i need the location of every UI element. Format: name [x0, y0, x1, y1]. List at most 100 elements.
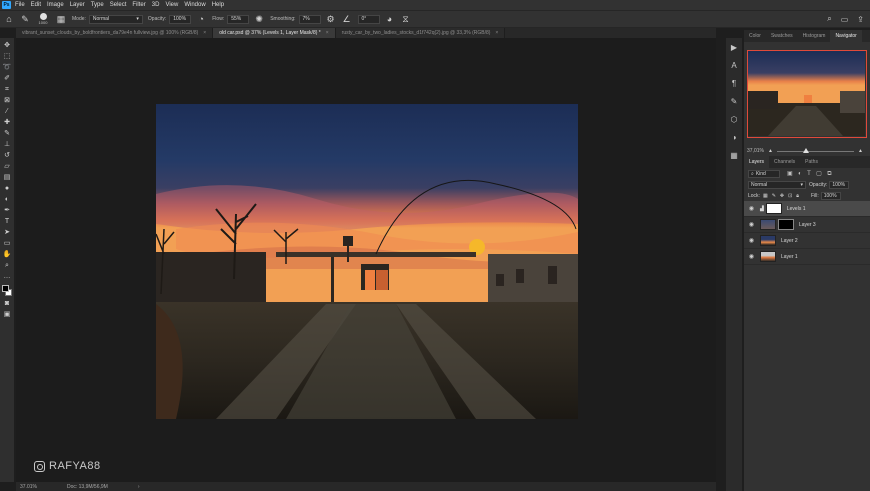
tab-old-car[interactable]: old car.psd @ 37% (Levels 1, Layer Mask/…	[213, 28, 336, 38]
eye-icon[interactable]: ◉	[747, 221, 756, 228]
opacity-field[interactable]: 100%	[169, 14, 192, 24]
paragraph-icon[interactable]: ¶	[728, 78, 740, 90]
brush-tool-icon[interactable]: ✎	[1, 128, 13, 139]
layer-mask-thumbnail[interactable]	[778, 219, 794, 230]
color-swatches[interactable]	[1, 284, 13, 298]
zoom-out-icon[interactable]: ▲	[768, 148, 773, 154]
quick-select-tool-icon[interactable]: ✐	[1, 73, 13, 84]
quick-mask-icon[interactable]: ◙	[1, 298, 13, 309]
layer-row-layer-1[interactable]: ◉ Layer 1	[744, 249, 870, 265]
gear-icon[interactable]: ⚙	[326, 14, 336, 24]
history-brush-tool-icon[interactable]: ↺	[1, 150, 13, 161]
document-canvas[interactable]	[156, 104, 578, 419]
status-zoom[interactable]: 37.01%	[20, 484, 37, 490]
move-tool-icon[interactable]: ✥	[1, 40, 13, 51]
zoom-slider-knob[interactable]	[802, 147, 809, 153]
tab-swatches[interactable]: Swatches	[766, 30, 798, 42]
brush-settings-icon[interactable]: ✎	[728, 96, 740, 108]
workspace-icon[interactable]: ▭	[841, 15, 849, 24]
close-icon[interactable]: ×	[203, 28, 206, 38]
menu-filter[interactable]: Filter	[132, 2, 145, 8]
eraser-tool-icon[interactable]: ▱	[1, 161, 13, 172]
filter-adjustment-icon[interactable]: ◐	[798, 171, 802, 177]
menu-edit[interactable]: Edit	[31, 2, 41, 8]
tab-channels[interactable]: Channels	[769, 156, 800, 168]
home-icon[interactable]: ⌂	[4, 14, 14, 24]
filter-pixel-icon[interactable]: ▣	[787, 171, 793, 177]
blur-tool-icon[interactable]: ●	[1, 183, 13, 194]
eye-icon[interactable]: ◉	[747, 237, 756, 244]
fill-field[interactable]: 100%	[820, 191, 841, 200]
canvas-workspace[interactable]: RAFYA88	[16, 38, 716, 482]
layer-row-layer-2[interactable]: ◉ Layer 2	[744, 233, 870, 249]
lock-artboard-icon[interactable]: ⊡	[788, 193, 792, 199]
layer-row-layer-3[interactable]: ◉ Layer 3	[744, 217, 870, 233]
menu-help[interactable]: Help	[212, 2, 224, 8]
angle-field[interactable]: 0°	[357, 14, 380, 24]
more-tools-icon[interactable]: …	[1, 271, 13, 282]
lock-pixels-icon[interactable]: ▦	[763, 193, 768, 199]
gradient-tool-icon[interactable]: ▤	[1, 172, 13, 183]
share-icon[interactable]: ⇪	[857, 15, 864, 24]
lock-paint-icon[interactable]: ✎	[772, 193, 776, 199]
lock-position-icon[interactable]: ✥	[780, 193, 784, 199]
brush-preset-picker[interactable]: 1000	[36, 13, 50, 25]
blend-mode-dropdown[interactable]: Normal ▾	[748, 180, 806, 189]
search-icon[interactable]: ⌕	[827, 14, 831, 24]
close-icon[interactable]: ×	[495, 28, 498, 38]
filter-shape-icon[interactable]: ▢	[816, 171, 822, 177]
tab-histogram[interactable]: Histogram	[798, 30, 831, 42]
screen-mode-icon[interactable]: ▣	[1, 309, 13, 320]
cube-icon[interactable]: ⬡	[728, 114, 740, 126]
lock-all-icon[interactable]: 🔒︎	[796, 193, 799, 199]
menu-image[interactable]: Image	[47, 2, 64, 8]
pressure-opacity-icon[interactable]: ◔	[196, 14, 206, 24]
tab-rusty-car[interactable]: rusty_car_by_two_ladies_stocks_d1f742q(2…	[335, 28, 506, 38]
smoothing-field[interactable]: 7%	[298, 14, 321, 24]
close-icon[interactable]: ×	[326, 28, 329, 38]
rectangle-tool-icon[interactable]: ▭	[1, 238, 13, 249]
photoshop-logo-icon[interactable]: Ps	[2, 1, 11, 9]
filter-smart-object-icon[interactable]: ⧉	[827, 171, 831, 177]
layer-row-levels-1[interactable]: ◉ ▟ Levels 1	[744, 201, 870, 217]
pen-tool-icon[interactable]: ✒	[1, 205, 13, 216]
zoom-in-icon[interactable]: ▲	[858, 148, 863, 154]
layer-name[interactable]: Layer 1	[781, 254, 798, 260]
tab-paths[interactable]: Paths	[800, 156, 823, 168]
eyedropper-tool-icon[interactable]: ⁄	[1, 106, 13, 117]
hand-tool-icon[interactable]: ✋	[1, 249, 13, 260]
layer-name[interactable]: Layer 3	[799, 222, 816, 228]
healing-brush-tool-icon[interactable]: ✚	[1, 117, 13, 128]
zoom-tool-icon[interactable]: ⌕	[1, 260, 13, 271]
menu-window[interactable]: Window	[184, 2, 205, 8]
adjustments-icon[interactable]: ◑	[728, 132, 740, 144]
clone-stamp-tool-icon[interactable]: ⊥	[1, 139, 13, 150]
menu-3d[interactable]: 3D	[152, 2, 160, 8]
airbrush-icon[interactable]: ✺	[254, 14, 264, 24]
layer-thumbnail[interactable]	[760, 251, 776, 262]
history-icon[interactable]: ▶	[728, 42, 740, 54]
tab-navigator[interactable]: Navigator	[830, 30, 862, 42]
brush-tool-icon[interactable]: ✎	[20, 14, 30, 24]
layer-kind-dropdown[interactable]: ⌕ Kind	[748, 169, 780, 178]
layer-mask-thumbnail[interactable]	[765, 203, 782, 214]
menu-layer[interactable]: Layer	[70, 2, 85, 8]
tab-color[interactable]: Color	[744, 30, 766, 42]
layer-opacity-field[interactable]: 100%	[829, 180, 850, 189]
layer-thumbnail[interactable]	[760, 219, 776, 230]
path-selection-tool-icon[interactable]: ➤	[1, 227, 13, 238]
zoom-slider[interactable]	[776, 147, 855, 153]
eye-icon[interactable]: ◉	[747, 253, 756, 260]
eye-icon[interactable]: ◉	[747, 205, 756, 212]
menu-select[interactable]: Select	[110, 2, 127, 8]
navigator-preview[interactable]	[747, 50, 867, 138]
dodge-tool-icon[interactable]: ◐	[1, 194, 13, 205]
chevron-right-icon[interactable]: ›	[138, 484, 140, 490]
menu-type[interactable]: Type	[91, 2, 104, 8]
symmetry-icon[interactable]: ⧖	[401, 14, 411, 24]
libraries-icon[interactable]: ▦	[728, 150, 740, 162]
menu-view[interactable]: View	[165, 2, 178, 8]
pressure-size-icon[interactable]: ◕	[385, 14, 395, 24]
flow-field[interactable]: 55%	[227, 14, 250, 24]
frame-tool-icon[interactable]: ⊠	[1, 95, 13, 106]
